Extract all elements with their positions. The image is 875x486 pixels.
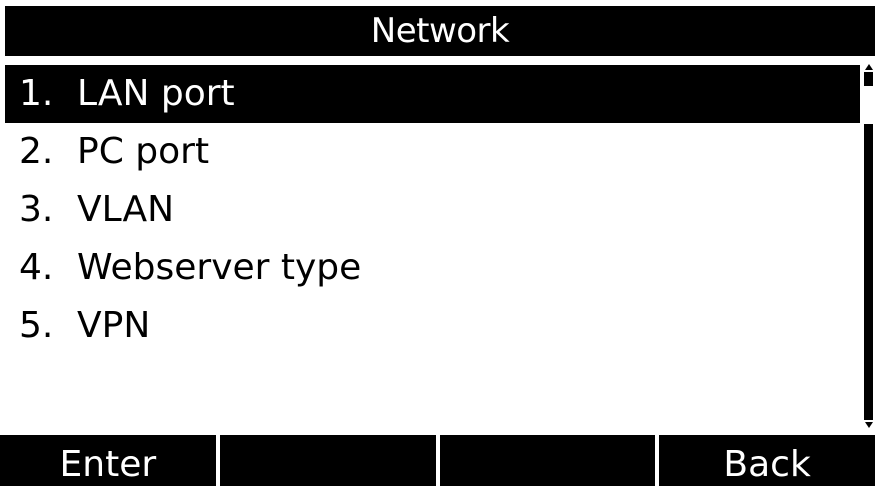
menu-item-webserver-type[interactable]: 4. Webserver type (5, 239, 860, 297)
menu-item-pc-port[interactable]: 2. PC port (5, 123, 860, 181)
page-title: Network (370, 11, 510, 51)
phone-screen: Network 1. LAN port 2. PC port 3. VLAN 4… (0, 0, 875, 486)
scroll-up-arrow-icon[interactable] (865, 64, 873, 70)
menu-item-label: PC port (77, 131, 210, 172)
menu-item-lan-port[interactable]: 1. LAN port (5, 65, 860, 123)
menu-item-label: VLAN (77, 189, 175, 230)
softkey-bar: Enter Back (0, 435, 875, 486)
menu-item-number: 1. (19, 73, 54, 114)
menu-item-label: Webserver type (77, 247, 362, 288)
softkey-enter[interactable]: Enter (0, 435, 216, 486)
menu-item-number: 2. (19, 131, 54, 172)
softkey-2-empty[interactable] (219, 435, 436, 486)
scroll-down-arrow-icon[interactable] (865, 422, 873, 428)
menu-item-number: 5. (19, 305, 54, 346)
menu-scrollbar[interactable] (862, 64, 875, 428)
softkey-back[interactable]: Back (659, 435, 875, 486)
menu-item-number: 4. (19, 247, 54, 288)
menu-item-vlan[interactable]: 3. VLAN (5, 181, 860, 239)
scroll-thumb[interactable] (864, 86, 873, 124)
softkey-3-empty[interactable] (439, 435, 656, 486)
menu-item-vpn[interactable]: 5. VPN (5, 297, 860, 355)
menu-item-label: LAN port (77, 73, 235, 114)
menu-item-label: VPN (77, 305, 151, 346)
title-bar: Network (5, 6, 875, 56)
scroll-track[interactable] (864, 72, 873, 420)
menu-item-number: 3. (19, 189, 54, 230)
